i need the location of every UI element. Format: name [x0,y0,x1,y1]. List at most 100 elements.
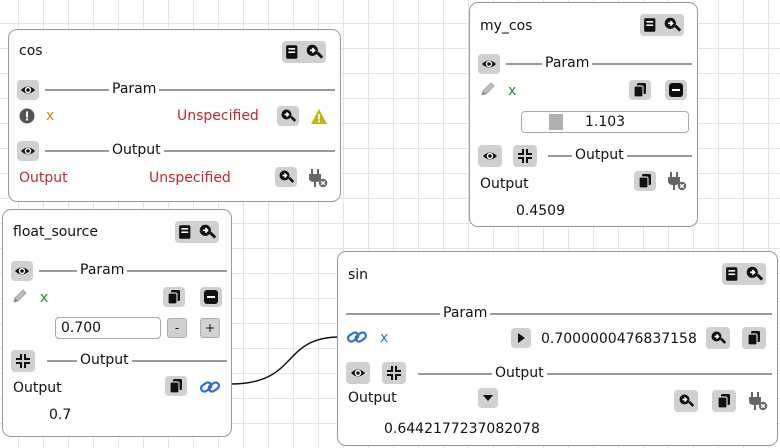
expand-param-button[interactable] [511,328,531,348]
copy-output-button[interactable] [165,376,187,396]
node-cos[interactable]: cos Param x Unspecified Output Output Un… [8,29,341,202]
param-value: 0.7000000476837158 [541,331,697,347]
eye-icon [14,263,30,279]
pencil-icon [479,80,497,98]
copy-icon [166,289,182,305]
node-float-source[interactable]: float_source Param x 0.700 - + Output Ou… [2,209,232,437]
remove-button[interactable] [665,80,687,100]
copy-button[interactable] [742,327,766,349]
docs-inspect-button[interactable] [282,41,326,63]
doc-icon [643,16,661,34]
visibility-toggle[interactable] [346,362,370,384]
copy-output-button[interactable] [712,390,736,412]
param-name: x [508,83,517,99]
link-icon[interactable] [199,376,221,398]
param-header: Param [542,55,593,71]
param-name: x [380,330,389,346]
collapse-icon [386,365,402,381]
eye-icon [482,148,498,164]
output-separator: Output [418,365,772,381]
copy-icon [632,82,648,98]
inspect-output-button[interactable] [674,390,698,412]
plug-disconnected-icon[interactable] [748,391,768,411]
decrement-button[interactable]: - [167,318,187,338]
docs-inspect-button[interactable] [175,221,219,243]
slider-handle[interactable] [549,114,563,130]
collapse-button[interactable] [11,350,35,372]
collapse-button[interactable] [382,362,406,384]
exclamation-circle-icon [19,108,35,124]
output-separator: Output [47,352,227,368]
inspect-output-button[interactable] [275,167,297,187]
slider-value: 1.103 [585,114,626,130]
output-value: 0.6442177237082078 [384,421,540,437]
output-header: Output [492,365,547,381]
copy-icon [716,393,732,409]
collapse-button[interactable] [513,145,537,167]
expand-output-button[interactable] [478,388,498,408]
param-name: x [46,108,55,124]
search-icon [710,330,726,346]
eye-icon [20,82,36,98]
inspect-param-button[interactable] [277,106,299,126]
param-header: Param [109,81,160,97]
link-icon[interactable] [346,326,368,348]
search-icon [198,223,216,241]
visibility-toggle[interactable] [17,80,39,100]
param-header: Param [77,262,128,278]
param-separator: Param [346,305,772,321]
output-value: 0.7 [49,407,72,423]
value-slider[interactable]: 1.103 [521,111,689,133]
eye-icon [350,365,366,381]
output-separator: Output [45,142,335,158]
search-icon [663,16,681,34]
search-icon [280,108,296,124]
copy-icon [746,330,762,346]
copy-button[interactable] [629,80,651,100]
eye-icon [20,143,36,159]
doc-icon [725,265,743,283]
copy-icon [168,378,184,394]
param-name: x [40,290,49,306]
increment-button[interactable]: + [200,318,220,338]
minus-square-icon [203,289,219,305]
value-input[interactable]: 0.700 [55,317,161,339]
minus-square-icon [668,82,684,98]
play-icon [513,330,529,346]
param-header: Param [440,305,491,321]
collapse-icon [15,353,31,369]
output-label: Output [19,170,68,186]
visibility-toggle[interactable] [478,54,500,74]
value-input-text: 0.700 [61,320,102,336]
param-separator: Param [45,81,335,97]
pencil-icon [11,287,29,305]
search-icon [745,265,763,283]
docs-inspect-button[interactable] [640,14,684,36]
inspect-param-button[interactable] [706,327,730,349]
visibility-toggle[interactable] [11,261,33,281]
output-value: Unspecified [149,170,231,186]
param-value: Unspecified [177,108,259,124]
output-header: Output [572,147,627,163]
output-header: Output [77,352,132,368]
output-label: Output [13,380,62,396]
node-sin[interactable]: sin Param x 0.7000000476837158 Output Ou… [337,251,778,446]
plug-disconnected-icon[interactable] [667,171,687,191]
copy-output-button[interactable] [634,171,656,191]
output-value: 0.4509 [516,203,565,219]
node-title: float_source [13,224,98,240]
output-header: Output [109,142,164,158]
visibility-toggle[interactable] [17,141,39,161]
docs-inspect-button[interactable] [722,263,766,285]
copy-button[interactable] [163,287,185,307]
visibility-toggle[interactable] [478,145,502,167]
search-icon [305,43,323,61]
plug-disconnected-icon[interactable] [308,168,328,188]
remove-button[interactable] [200,287,222,307]
node-my-cos[interactable]: my_cos Param x 1.103 Output Output 0.450… [469,2,698,227]
warning-icon [310,108,328,126]
node-title: my_cos [480,18,533,34]
collapse-icon [517,148,533,164]
output-label: Output [348,390,397,406]
param-separator: Param [39,262,227,278]
